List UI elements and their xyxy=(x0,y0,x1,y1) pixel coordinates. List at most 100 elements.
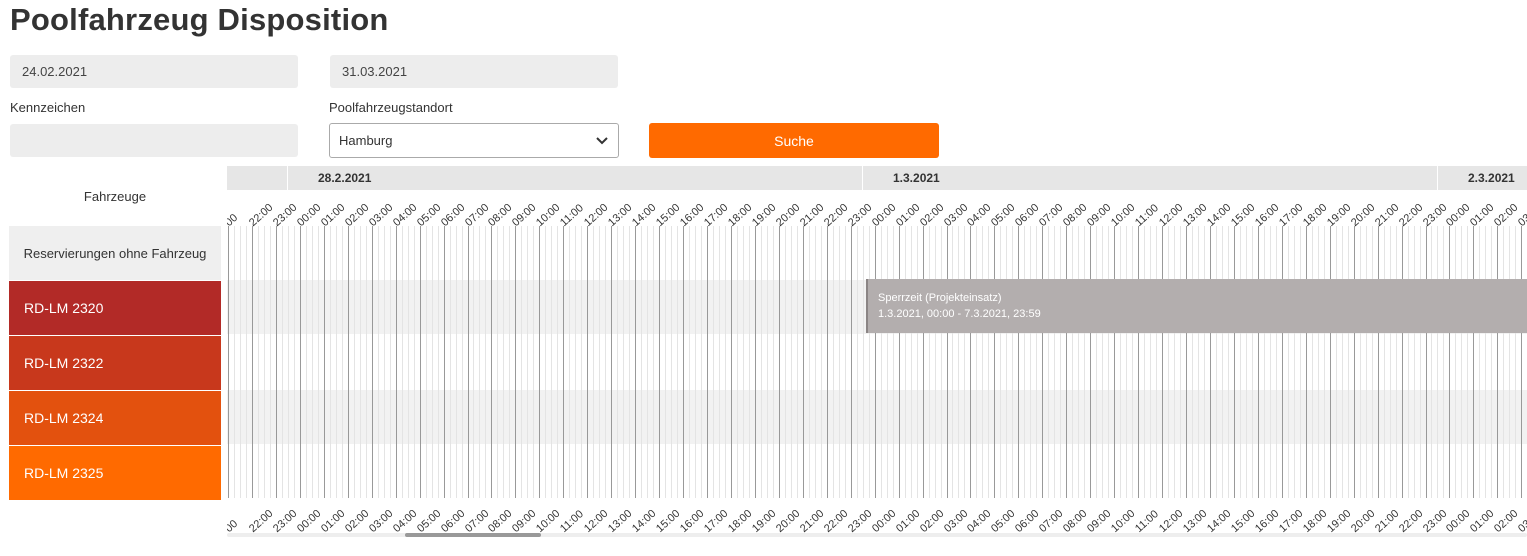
grid-line xyxy=(659,226,661,498)
hour-label: 04:00 xyxy=(390,201,420,229)
grid-line xyxy=(1425,226,1427,498)
grid-line xyxy=(419,226,421,498)
grid-line xyxy=(443,226,445,498)
grid-line xyxy=(1335,226,1337,498)
grid-line xyxy=(1126,226,1128,498)
grid-line xyxy=(701,226,702,498)
grid-line xyxy=(1401,226,1403,498)
grid-line xyxy=(239,226,241,498)
hour-label: 02:00 xyxy=(1492,507,1521,535)
grid-line xyxy=(1138,226,1140,498)
hour-label: 09:00 xyxy=(510,507,539,535)
grid-line xyxy=(892,226,894,498)
grid-line xyxy=(946,226,948,498)
grid-line xyxy=(1497,226,1499,498)
hour-label: 17:00 xyxy=(1276,507,1306,535)
grid-line xyxy=(1156,226,1158,498)
unassigned-row[interactable]: Reservierungen ohne Fahrzeug xyxy=(9,226,221,280)
hour-label: 07:00 xyxy=(462,507,491,535)
grid-line xyxy=(605,226,607,498)
grid-line xyxy=(760,226,762,498)
grid-line xyxy=(1437,226,1439,498)
grid-line xyxy=(1144,226,1146,498)
grid-line xyxy=(940,226,942,498)
hour-label: 17:00 xyxy=(1276,201,1306,229)
vehicle-plate: RD-LM 2325 xyxy=(24,465,104,481)
grid-line xyxy=(467,226,469,498)
hour-label: 02:00 xyxy=(342,201,372,229)
grid-line xyxy=(389,226,391,498)
grid-line xyxy=(1048,226,1050,498)
grid-line xyxy=(401,226,403,498)
grid-line xyxy=(1257,226,1259,498)
grid-line xyxy=(1006,226,1008,498)
grid-row xyxy=(227,335,1527,389)
grid-line xyxy=(497,226,499,498)
grid-line xyxy=(1347,226,1349,498)
grid-line xyxy=(1084,226,1086,498)
hour-label: 06:00 xyxy=(438,507,468,535)
grid-line xyxy=(1389,226,1391,498)
hour-label: 00:00 xyxy=(294,201,324,229)
hour-label: 12:00 xyxy=(1157,201,1186,229)
day-band: 28.2.2021 xyxy=(288,166,862,190)
grid-line xyxy=(1108,226,1110,498)
grid-line xyxy=(862,226,864,498)
vehicle-row[interactable]: RD-LM 2324 xyxy=(9,391,221,445)
hour-label: 08:00 xyxy=(1061,201,1090,229)
grid-line xyxy=(838,226,840,498)
timeline[interactable]: 28.2.2021 1.3.2021 2.3.2021 00 22:00 23:00… xyxy=(227,166,1527,546)
grid-line xyxy=(880,226,882,498)
search-button[interactable]: Suche xyxy=(649,123,939,158)
hour-label: 00:00 xyxy=(294,507,324,535)
grid-line xyxy=(1287,226,1289,498)
grid-line xyxy=(425,226,427,498)
vehicle-row[interactable]: RD-LM 2322 xyxy=(9,336,221,390)
grid-line xyxy=(1078,226,1080,498)
grid-line xyxy=(982,226,984,498)
day-label: 2.3.2021 xyxy=(1468,171,1515,185)
grid-line xyxy=(718,226,720,498)
grid-line xyxy=(353,226,355,498)
hour-label: 23:00 xyxy=(270,507,300,535)
hour-label: 14:00 xyxy=(630,201,659,229)
hour-label: 22:00 xyxy=(821,507,851,535)
grid-line xyxy=(599,226,601,498)
reservation-block[interactable]: Sperrzeit (Projekteinsatz) 1.3.2021, 00:… xyxy=(866,279,1527,333)
grid-line xyxy=(521,226,523,498)
grid-line xyxy=(479,226,481,498)
date-to-field[interactable]: 31.03.2021 xyxy=(330,55,618,88)
hour-label: 18:00 xyxy=(725,201,755,229)
grid-line xyxy=(365,226,367,498)
grid-line xyxy=(575,226,577,498)
grid-line xyxy=(545,226,547,498)
vehicle-row[interactable]: RD-LM 2320 xyxy=(9,281,221,335)
grid-line xyxy=(689,226,691,498)
hour-label: 01:00 xyxy=(318,201,348,229)
grid-line xyxy=(898,226,900,498)
grid-line xyxy=(856,226,858,498)
reservation-period: 1.3.2021, 00:00 - 7.3.2021, 23:59 xyxy=(878,308,1041,320)
grid-line xyxy=(233,226,235,498)
location-select[interactable]: Hamburg xyxy=(329,123,619,158)
hour-label: 13:00 xyxy=(606,507,635,535)
grid-line xyxy=(1203,226,1205,498)
vehicle-row[interactable]: RD-LM 2325 xyxy=(9,446,221,500)
scroll-thumb[interactable] xyxy=(405,533,541,537)
grid-line xyxy=(1042,226,1044,498)
grid-line xyxy=(1132,226,1134,498)
hour-label: 22:00 xyxy=(246,201,276,229)
grid-line xyxy=(707,226,708,498)
location-select-value: Hamburg xyxy=(339,133,393,148)
grid-line xyxy=(275,226,277,498)
hour-label: 03:00 xyxy=(366,201,396,229)
grid-line xyxy=(449,226,451,498)
hour-label: 15:00 xyxy=(654,507,683,535)
grid-line xyxy=(1353,226,1355,498)
grid-line xyxy=(245,226,247,498)
plate-input[interactable] xyxy=(10,124,298,157)
grid-line xyxy=(814,226,816,498)
timeline-scrollbar[interactable] xyxy=(227,533,1527,537)
date-from-field[interactable]: 24.02.2021 xyxy=(10,55,298,88)
grid-line xyxy=(790,226,792,498)
